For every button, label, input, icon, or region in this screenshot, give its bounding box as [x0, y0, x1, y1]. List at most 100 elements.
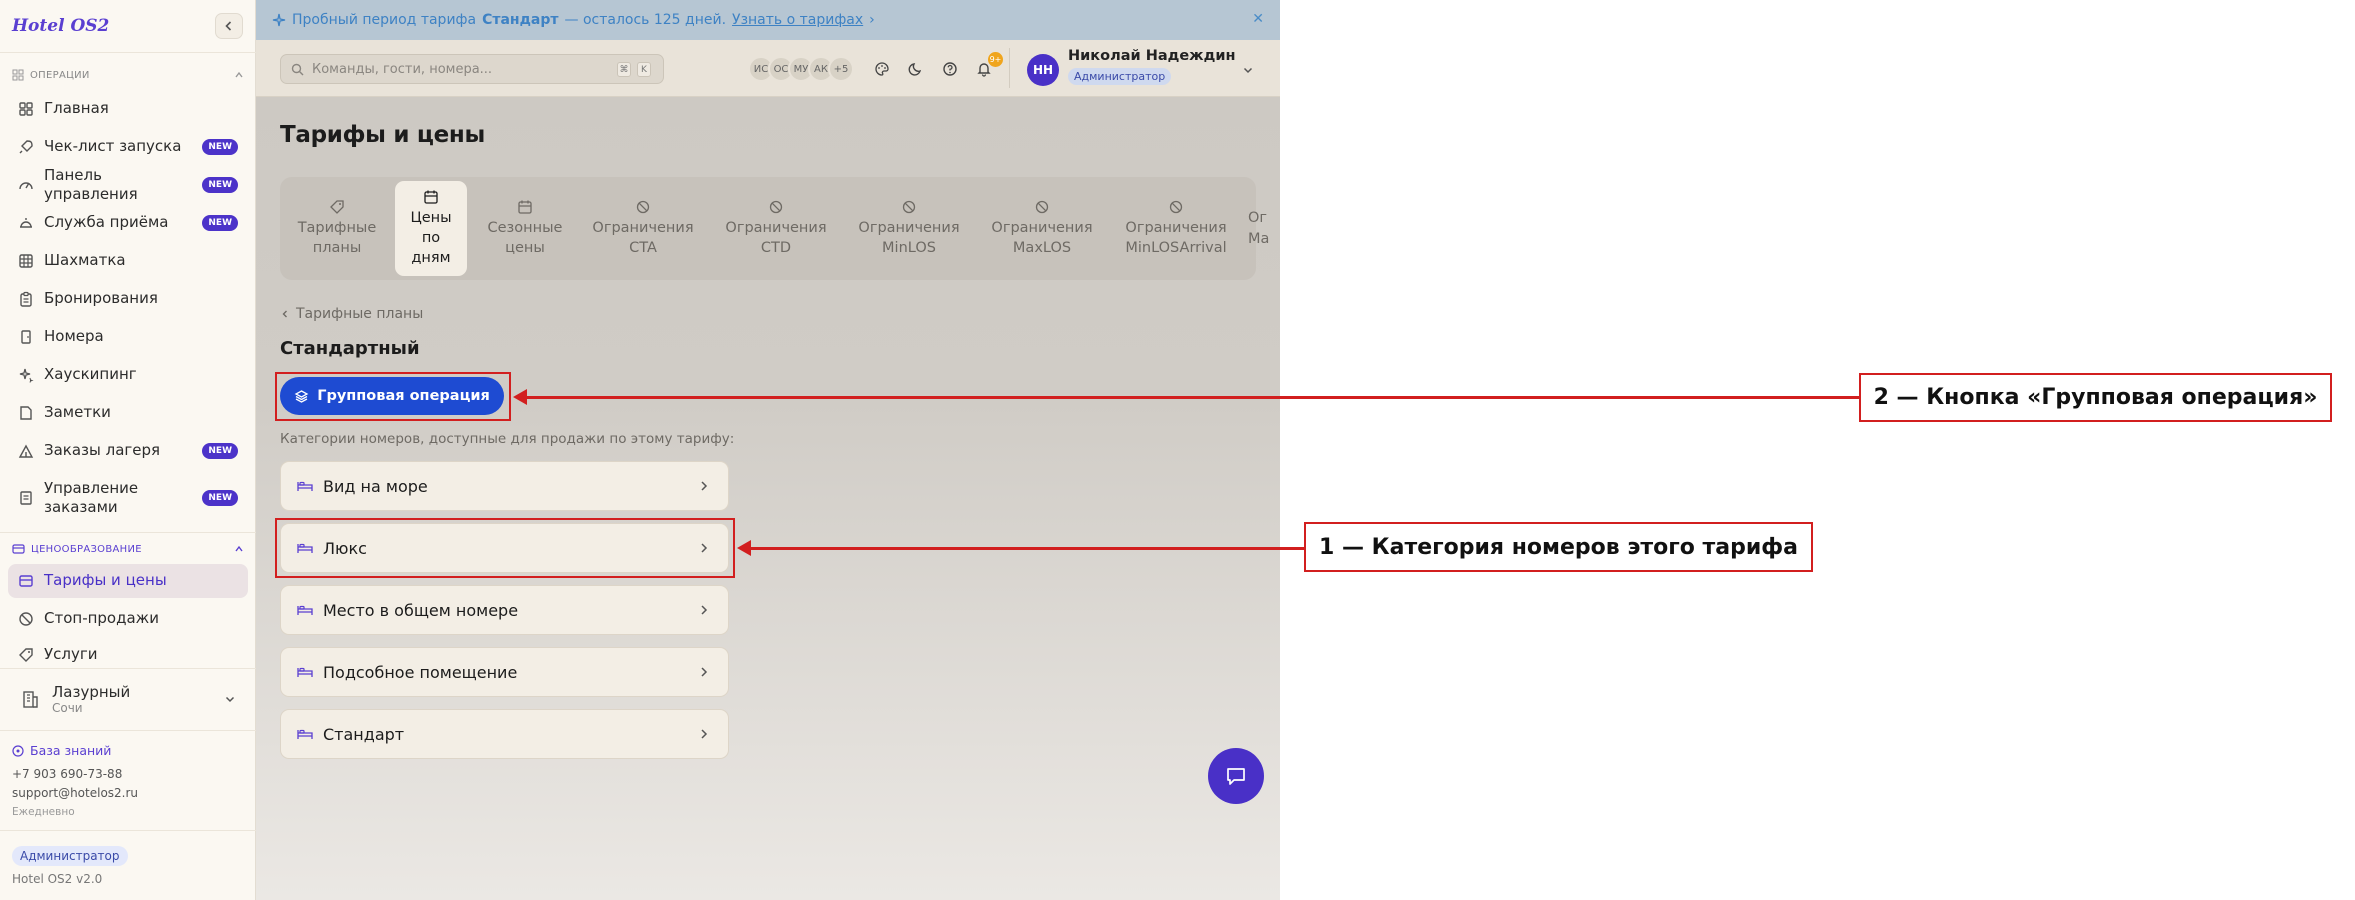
- sidebar-item-label: Главная: [44, 99, 109, 118]
- grid-icon: [19, 102, 33, 116]
- sidebar-item-notes[interactable]: Заметки: [8, 396, 248, 430]
- tab-label: Сезонные: [487, 219, 563, 236]
- tab-restrictions-ctd[interactable]: Ограничения CTD: [717, 181, 835, 276]
- tab-daily-prices[interactable]: Цены по дням: [395, 181, 467, 276]
- avatar-more[interactable]: +5: [828, 56, 854, 82]
- clipboard-icon: [20, 291, 32, 307]
- sidebar-item-order-management[interactable]: Управление заказами NEW: [8, 473, 248, 523]
- room-category-label: Стандарт: [323, 724, 405, 744]
- user-name[interactable]: Николай Надеждин: [1068, 48, 1236, 64]
- tariffs-link[interactable]: Узнать о тарифах: [732, 12, 863, 28]
- collapse-sidebar-button[interactable]: [215, 13, 243, 39]
- chevron-down-icon: [225, 696, 235, 703]
- trial-suffix: — осталось 125 дней.: [564, 12, 727, 28]
- sidebar-item-label: Шахматка: [44, 251, 126, 270]
- tab-label: Ограничения: [725, 219, 827, 236]
- room-category-item[interactable]: Подсобное помещение: [280, 647, 729, 697]
- theme-palette-button[interactable]: [868, 55, 896, 83]
- tab-label: по: [421, 229, 441, 246]
- tab-restrictions-minlos[interactable]: Ограничения MinLOS: [850, 181, 968, 276]
- chevron-left-icon: [282, 310, 287, 318]
- moon-icon: [908, 63, 922, 76]
- help-icon: [943, 62, 957, 76]
- section-operations[interactable]: ОПЕРАЦИИ: [12, 69, 244, 81]
- tab-restrictions-cta[interactable]: Ограничения CTA: [584, 181, 702, 276]
- sidebar-item-chessboard[interactable]: Шахматка: [8, 244, 248, 278]
- palette-icon: [875, 62, 889, 76]
- app-logo[interactable]: Hotel OS2: [12, 16, 109, 36]
- tab-restrictions-truncated[interactable]: Ог Ма: [1248, 181, 1280, 276]
- tab-restrictions-minlosarrival[interactable]: Ограничения MinLOSArrival: [1117, 181, 1235, 276]
- divider: [1009, 48, 1010, 88]
- sidebar-item-bookings[interactable]: Бронирования: [8, 282, 248, 316]
- room-category-item[interactable]: Место в общем номере: [280, 585, 729, 635]
- app-version: Hotel OS2 v2.0: [12, 872, 103, 886]
- sparkle-icon: [19, 368, 34, 383]
- tab-label: MinLOSArrival: [1125, 240, 1227, 256]
- tab-label: цены: [505, 240, 545, 256]
- sidebar-item-camp-orders[interactable]: Заказы лагеря NEW: [8, 434, 248, 468]
- dark-mode-button[interactable]: [902, 55, 930, 83]
- tab-seasonal-prices[interactable]: Сезонные цены: [476, 181, 574, 276]
- chevron-right-icon: [701, 605, 708, 615]
- new-badge: NEW: [202, 139, 238, 155]
- tab-label: CTD: [760, 240, 792, 256]
- knowledge-base-link[interactable]: База знаний: [12, 743, 111, 758]
- support-phone[interactable]: +7 903 690-73-88: [12, 767, 122, 781]
- ban-icon: [769, 200, 783, 213]
- tab-rate-plans[interactable]: Тарифные планы: [288, 181, 386, 276]
- sidebar-item-label: Управление заказами: [44, 478, 139, 517]
- chevron-up-icon: [235, 545, 243, 552]
- breadcrumb[interactable]: Тарифные планы: [280, 306, 423, 322]
- section-pricing[interactable]: ЦЕНООБРАЗОВАНИЕ: [12, 543, 244, 555]
- tab-label: MinLOS: [882, 240, 936, 256]
- bed-icon: [297, 481, 313, 491]
- ban-icon: [1035, 200, 1049, 213]
- tab-label: MaxLOS: [1012, 240, 1072, 256]
- sidebar-item-rooms[interactable]: Номера: [8, 320, 248, 354]
- room-category-item[interactable]: Вид на море: [280, 461, 729, 511]
- sidebar-item-front-desk[interactable]: Служба приёма NEW: [8, 206, 248, 240]
- bell-icon: [20, 218, 32, 228]
- hotel-city: Сочи: [52, 701, 83, 715]
- tent-icon: [18, 444, 34, 458]
- tab-label: Ограничения: [991, 219, 1093, 236]
- chevron-down-icon[interactable]: [1242, 64, 1254, 76]
- search-input[interactable]: Команды, гости, номера... ⌘ K: [280, 54, 664, 84]
- sidebar-item-rates-and-prices[interactable]: Тарифы и цены: [8, 564, 248, 598]
- calendar-icon: [424, 190, 438, 204]
- card-icon: [12, 544, 25, 554]
- sidebar-item-label: Тарифы и цены: [44, 571, 167, 590]
- ban-icon: [902, 200, 916, 213]
- new-badge: NEW: [202, 177, 238, 193]
- tab-restrictions-maxlos[interactable]: Ограничения MaxLOS: [983, 181, 1101, 276]
- chevron-up-icon: [235, 71, 243, 78]
- breadcrumb-label: Тарифные планы: [296, 306, 424, 322]
- building-icon: [23, 691, 38, 708]
- chat-button[interactable]: [1208, 748, 1264, 804]
- user-avatar[interactable]: НН: [1027, 54, 1059, 86]
- help-icon: [12, 744, 24, 757]
- annotation-label-1: 1 — Категория номеров этого тарифа: [1304, 522, 1813, 572]
- sidebar-item-dashboard[interactable]: Панель управления NEW: [8, 166, 248, 203]
- sparkle-icon: [272, 13, 286, 27]
- support-email[interactable]: support@hotelos2.ru: [12, 786, 138, 800]
- sidebar-item-home[interactable]: Главная: [8, 92, 248, 126]
- sidebar-item-stop-sales[interactable]: Стоп-продажи: [8, 602, 248, 636]
- door-icon: [21, 330, 31, 344]
- sidebar-item-housekeeping[interactable]: Хаускипинг: [8, 358, 248, 392]
- sidebar-item-services[interactable]: Услуги: [8, 640, 248, 670]
- table-icon: [19, 254, 33, 268]
- sidebar-item-label: Услуги: [44, 645, 98, 664]
- categories-hint: Категории номеров, доступные для продажи…: [280, 431, 735, 447]
- section-operations-label: ОПЕРАЦИИ: [30, 69, 90, 81]
- help-button[interactable]: [936, 55, 964, 83]
- shortcut-key: K: [637, 62, 651, 77]
- room-category-label: Вид на море: [323, 476, 428, 496]
- hotel-selector[interactable]: Лазурный Сочи: [8, 674, 248, 724]
- new-badge: NEW: [202, 215, 238, 231]
- room-category-item[interactable]: Стандарт: [280, 709, 729, 759]
- trial-banner: Пробный период тарифа Стандарт — осталос…: [256, 0, 1280, 40]
- close-icon[interactable]: ✕: [1252, 11, 1264, 27]
- sidebar-item-launch-checklist[interactable]: Чек-лист запуска NEW: [8, 130, 248, 164]
